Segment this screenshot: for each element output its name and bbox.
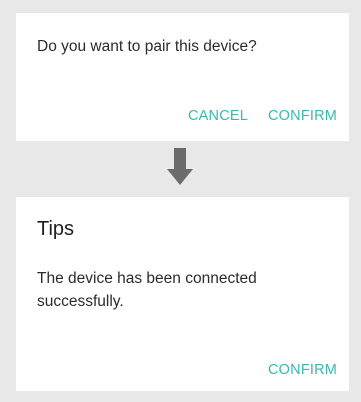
confirm-button[interactable]: CONFIRM bbox=[268, 107, 337, 125]
tips-dialog: Tips The device has been connected succe… bbox=[16, 197, 349, 391]
tips-message: The device has been connected successful… bbox=[37, 270, 257, 310]
cancel-button[interactable]: CANCEL bbox=[188, 107, 248, 125]
tips-title: Tips bbox=[37, 218, 75, 240]
pair-device-message: Do you want to pair this device? bbox=[37, 38, 257, 55]
arrow-down-icon bbox=[167, 148, 193, 185]
tips-confirm-button[interactable]: CONFIRM bbox=[268, 361, 337, 379]
pair-device-dialog: Do you want to pair this device? CANCEL … bbox=[16, 13, 349, 141]
